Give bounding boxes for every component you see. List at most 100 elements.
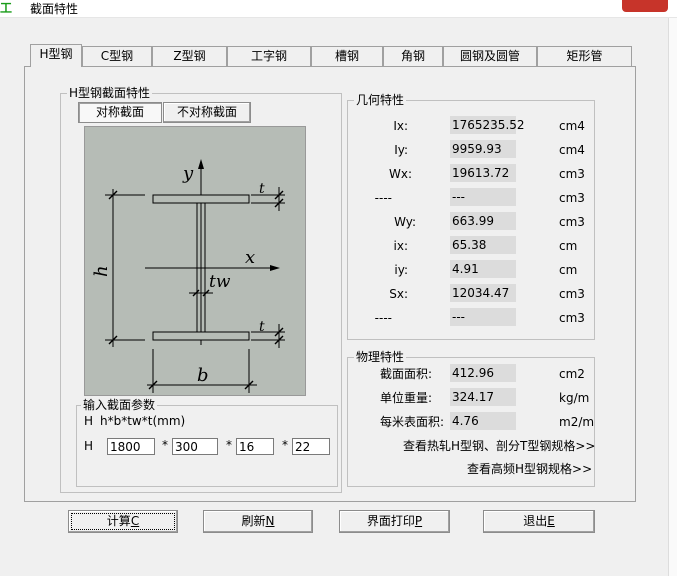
bottom-flange [152,331,250,341]
tab-angle[interactable]: 角钢 [383,46,443,66]
t-input[interactable] [292,438,330,455]
sep: * [226,438,232,452]
sx-value: 12034.47 [450,284,516,302]
y-axis-arrow-icon [198,159,204,169]
physical-legend: 物理特性 [354,350,407,364]
wy-label: Wy: [394,215,416,229]
wy-unit: cm3 [559,215,585,229]
input-group-legend: 输入截面参数 [81,398,158,412]
tab-label: H型钢 [39,47,73,61]
tab-z-steel[interactable]: Z型钢 [152,46,227,66]
weight-unit: kg/m [559,391,590,405]
button-key: P [414,514,423,528]
area-unit: cm2 [559,367,585,381]
h-label: h [91,265,112,277]
sep: * [282,438,288,452]
surface-unit: m2/m [559,415,595,429]
tab-c-steel[interactable]: C型钢 [82,46,152,66]
x-axis-label: x [245,247,255,268]
x-axis-arrow-icon [270,265,280,271]
tab-round[interactable]: 圆钢及圆管 [443,46,537,66]
tab-label: C型钢 [100,49,134,63]
iy-unit: cm4 [559,143,585,157]
tab-label: 角钢 [400,49,425,63]
tab-label: 槽钢 [334,49,359,63]
ix-value: 1765235.52 [450,116,525,134]
radius-x-value: 65.38 [450,236,516,254]
radius-y-unit: cm [559,263,578,277]
ix-unit: cm4 [559,119,585,133]
button-label: 界面打印 [366,514,415,528]
area-label: 截面面积: [379,367,432,381]
input-formula: h*b*tw*t(mm) [100,414,186,428]
button-key: E [547,514,555,528]
placeholder-label: ---- [374,191,392,205]
placeholder-unit: cm3 [559,191,585,205]
high-freq-spec-link[interactable]: 查看高频H型钢规格>> [467,462,592,476]
t-top-label: t [259,181,265,197]
symmetric-section-button[interactable]: 对称截面 [78,102,162,123]
radius-y-value: 4.91 [450,260,516,278]
window-title: 截面特性 [30,2,79,16]
button-label: 刷新 [241,514,266,528]
weight-label: 单位重量: [379,391,432,405]
radius-x-unit: cm [559,239,578,253]
sep: * [162,438,168,452]
sx-unit: cm3 [559,287,585,301]
h-input[interactable] [107,438,155,455]
placeholder-label-2: ---- [374,311,392,325]
placeholder-value-2: --- [450,308,516,326]
section-group-legend: H型钢截面特性 [67,86,153,100]
radius-x-label: ix: [393,239,408,253]
tab-label: 矩形管 [566,49,603,63]
t-bottom-label: t [259,319,265,335]
asymmetric-section-button[interactable]: 不对称截面 [163,102,251,123]
exit-button[interactable]: 退出E [483,510,595,533]
tab-label: 工字钢 [250,49,287,63]
hot-rolled-spec-link[interactable]: 查看热轧H型钢、剖分T型钢规格>> [403,439,595,453]
tab-i-beam[interactable]: 工字钢 [227,46,311,66]
button-key: N [265,514,275,528]
window-edge [668,18,677,576]
iy-value: 9959.93 [450,140,516,158]
section-app-icon: 工 [0,1,13,15]
wx-value: 19613.72 [450,164,516,182]
surface-label: 每米表面积: [379,415,444,429]
tab-label: 圆钢及圆管 [459,49,520,63]
button-label: 不对称截面 [176,105,237,119]
tab-rect-tube[interactable]: 矩形管 [537,46,632,66]
wx-unit: cm3 [559,167,585,181]
b-label: b [197,365,209,386]
placeholder-value: --- [450,188,516,206]
h-section-diagram: y x tw t t b h [84,126,306,396]
geometry-legend: 几何特性 [354,93,407,107]
print-button[interactable]: 界面打印P [339,510,450,533]
input-prefix: H [84,414,94,428]
surface-value: 4.76 [450,412,516,430]
tw-input[interactable] [236,438,274,455]
tab-h-steel[interactable]: H型钢 [30,44,82,67]
button-label: 退出 [523,514,548,528]
top-flange [152,194,250,204]
weight-value: 324.17 [450,388,516,406]
button-label: 对称截面 [95,105,144,119]
refresh-button[interactable]: 刷新N [203,510,313,533]
y-axis-label: y [182,163,194,184]
title-bar: 工 截面特性 [0,0,677,18]
iy-label: Iy: [394,143,408,157]
input-prefix-2: H [84,439,94,453]
calculate-button[interactable]: 计算C [68,510,178,533]
ix-label: Ix: [393,119,408,133]
wy-value: 663.99 [450,212,516,230]
wx-label: Wx: [388,167,412,181]
button-label: 计算 [106,514,131,528]
radius-y-label: iy: [394,263,408,277]
tw-label: tw [209,272,231,292]
tab-channel[interactable]: 槽钢 [311,46,383,66]
h-section-drawing: y x tw t t b h [91,159,285,393]
placeholder-unit-2: cm3 [559,311,585,325]
sx-label: Sx: [389,287,408,301]
close-button[interactable] [622,0,668,12]
b-input[interactable] [172,438,218,455]
button-key: C [130,514,140,528]
